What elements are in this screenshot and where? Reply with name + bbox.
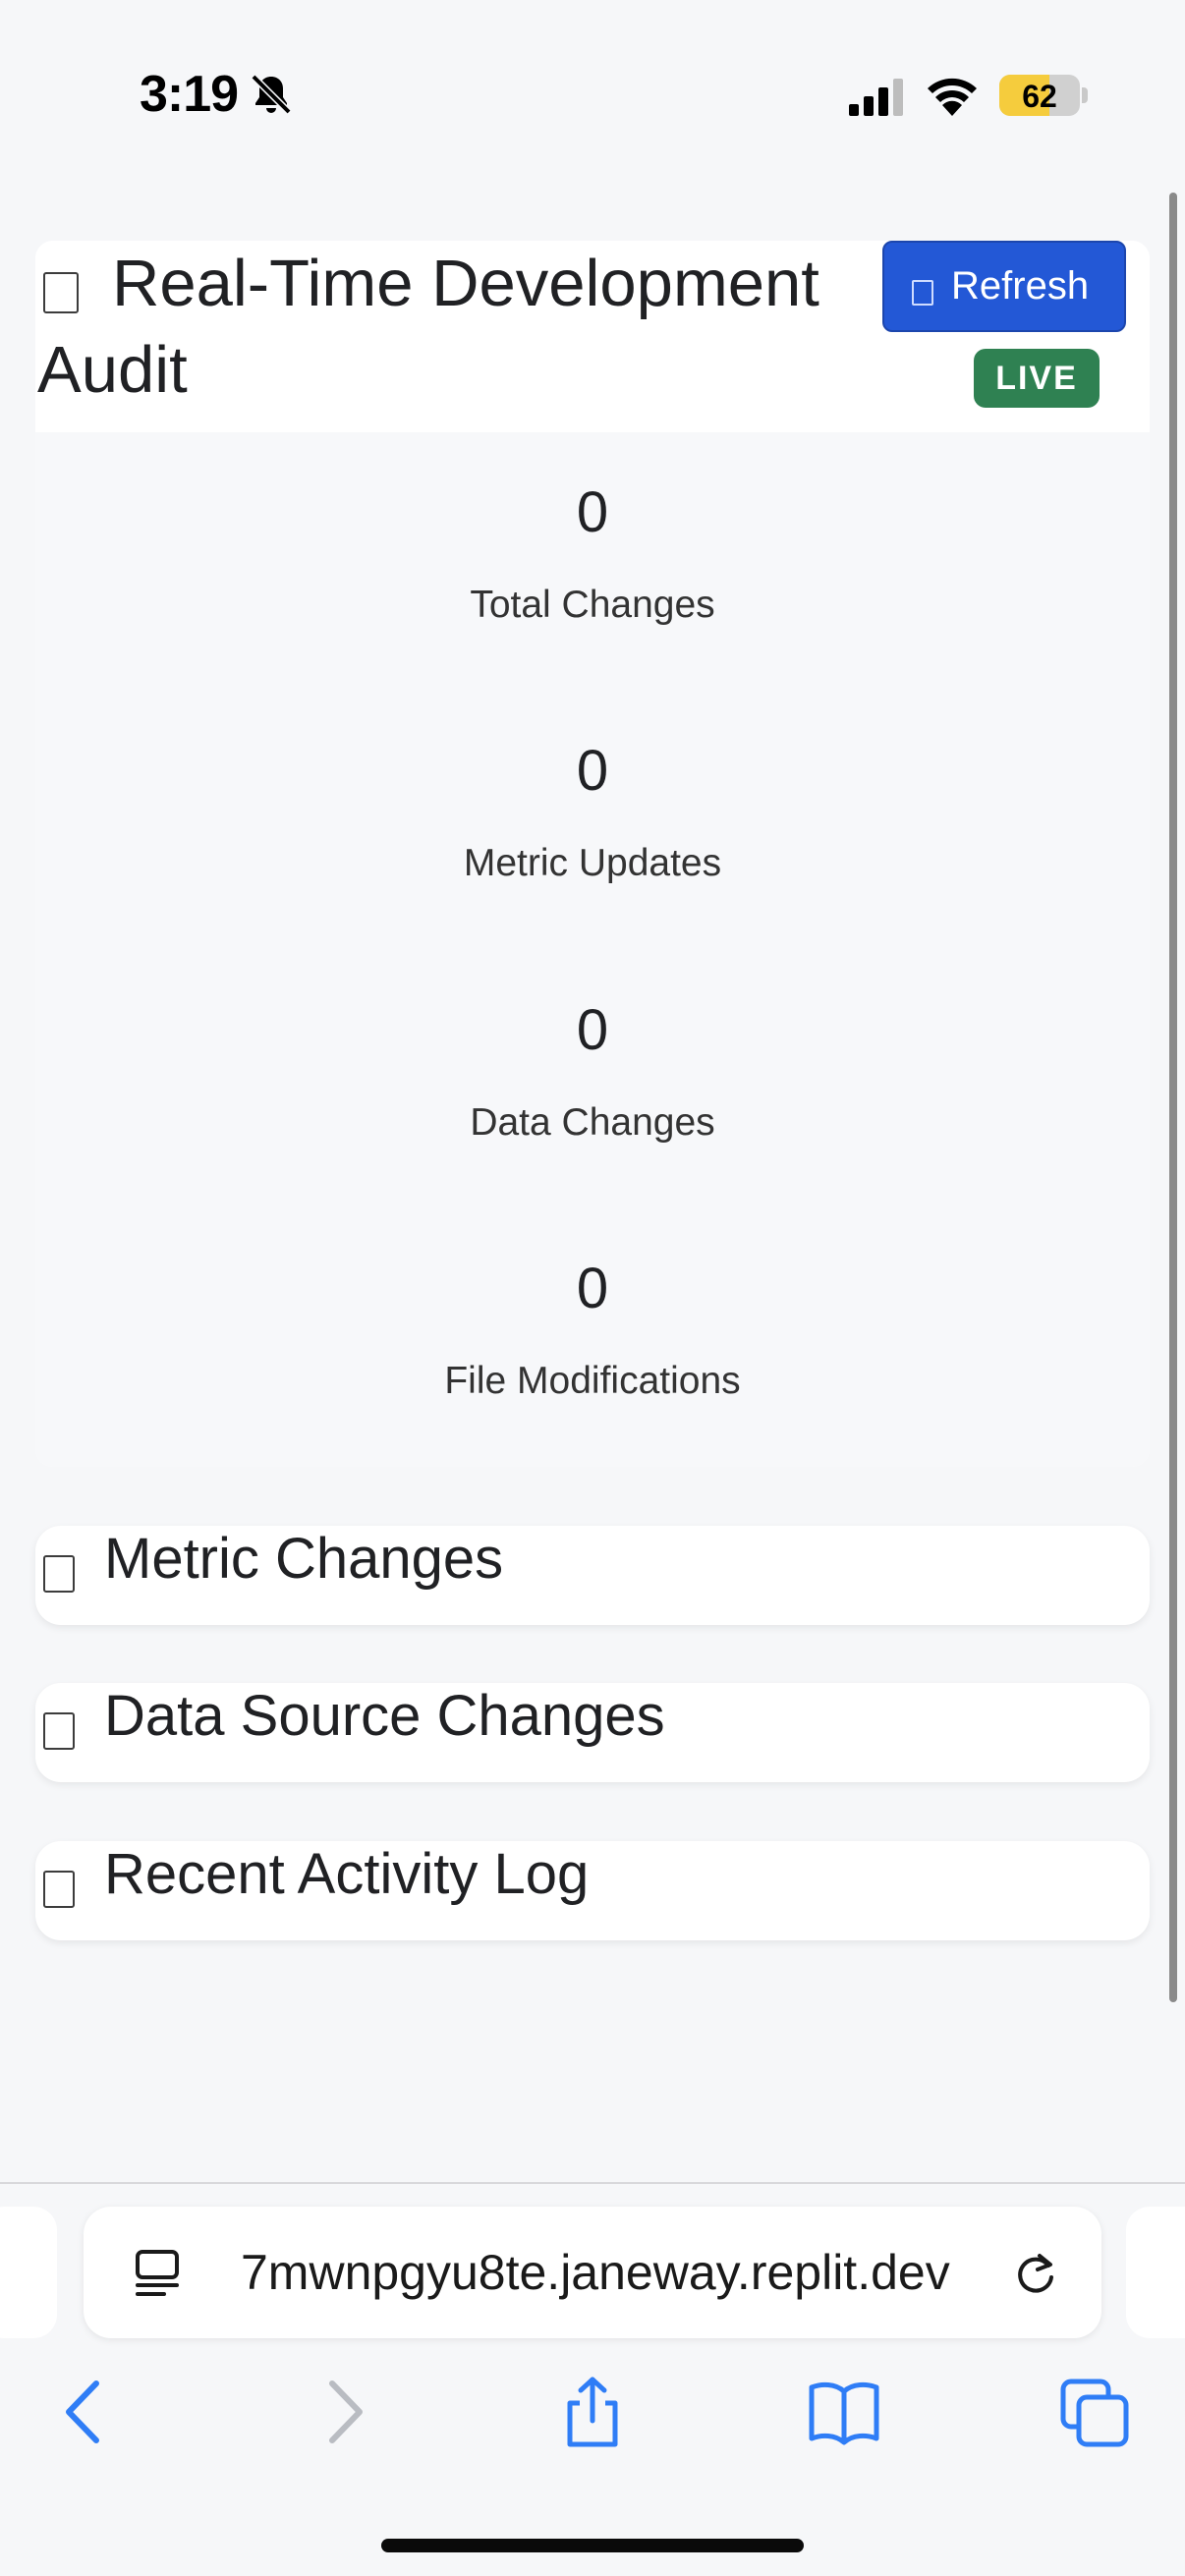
battery-icon: 62: [999, 75, 1080, 116]
refresh-label: Refresh: [951, 264, 1090, 308]
stat-label: File Modifications: [444, 1360, 741, 1402]
page-menu-icon[interactable]: [133, 2248, 182, 2299]
previous-tab-preview[interactable]: [0, 2207, 57, 2338]
audit-title-text: Real-Time Development Audit: [37, 247, 819, 407]
stat-label: Data Changes: [470, 1101, 715, 1144]
refresh-button[interactable]: Refresh: [882, 241, 1126, 332]
live-badge: LIVE: [974, 349, 1100, 408]
audit-card: Real-Time Development Audit Refresh LIVE…: [35, 241, 1150, 1467]
stat-value: 0: [576, 739, 609, 803]
section-recent-activity-log[interactable]: Recent Activity Log: [35, 1841, 1150, 1940]
cellular-signal-icon: [849, 79, 903, 116]
home-indicator[interactable]: [381, 2539, 804, 2552]
address-bar[interactable]: 7mwnpgyu8te.janeway.replit.dev: [84, 2207, 1101, 2338]
status-bar: 3:19 62: [0, 0, 1185, 147]
stat-value: 0: [576, 998, 609, 1062]
section-checkbox[interactable]: [43, 1712, 75, 1750]
section-title: Data Source Changes: [104, 1684, 665, 1748]
next-tab-preview[interactable]: [1126, 2207, 1185, 2338]
tabs-icon[interactable]: [1057, 2376, 1134, 2448]
section-data-source-changes[interactable]: Data Source Changes: [35, 1683, 1150, 1782]
battery-nub: [1082, 87, 1088, 103]
section-title: Recent Activity Log: [104, 1842, 590, 1906]
stat-data-changes: 0 Data Changes: [35, 950, 1150, 1208]
reload-icon[interactable]: [1011, 2248, 1060, 2299]
section-metric-changes[interactable]: Metric Changes: [35, 1526, 1150, 1625]
back-icon[interactable]: [47, 2376, 124, 2448]
forward-icon[interactable]: [305, 2376, 381, 2448]
wifi-icon: [928, 78, 977, 116]
page-scrollbar[interactable]: [1169, 193, 1177, 2002]
bell-slash-icon: [251, 74, 292, 115]
stat-total-changes: 0 Total Changes: [35, 432, 1150, 691]
audit-title: Real-Time Development Audit: [37, 241, 892, 414]
stat-value: 0: [576, 480, 609, 544]
section-title: Metric Changes: [104, 1527, 504, 1591]
stat-value: 0: [576, 1257, 609, 1320]
bookmarks-icon[interactable]: [806, 2376, 882, 2448]
refresh-icon: [912, 280, 933, 306]
stat-label: Metric Updates: [463, 842, 722, 884]
stat-metric-updates: 0 Metric Updates: [35, 691, 1150, 949]
section-checkbox[interactable]: [43, 1555, 75, 1593]
battery-level: 62: [1022, 79, 1057, 114]
stat-file-modifications: 0 File Modifications: [35, 1208, 1150, 1467]
share-icon[interactable]: [554, 2376, 631, 2448]
stat-label: Total Changes: [470, 584, 715, 626]
status-time: 3:19: [140, 66, 239, 123]
audit-header: Real-Time Development Audit Refresh LIVE: [35, 241, 1150, 432]
section-checkbox[interactable]: [43, 1871, 75, 1908]
url-text[interactable]: 7mwnpgyu8te.janeway.replit.dev: [241, 2244, 950, 2301]
stats-panel: 0 Total Changes 0 Metric Updates 0 Data …: [35, 432, 1150, 1467]
